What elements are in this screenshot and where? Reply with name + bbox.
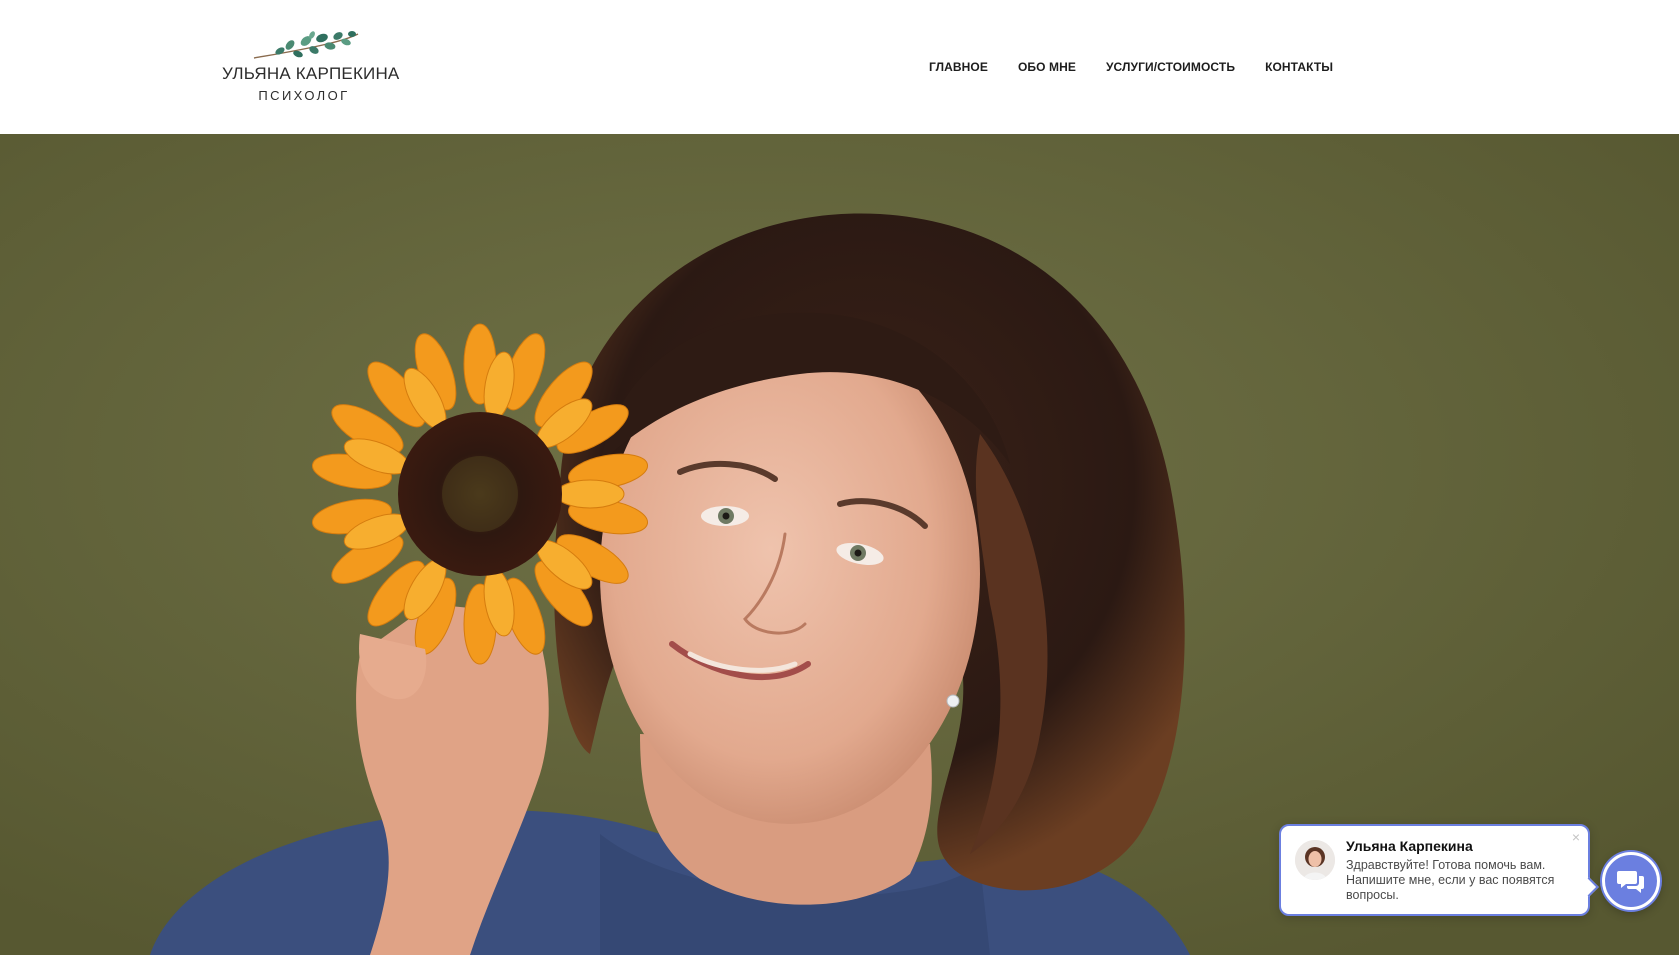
chat-bubbles-icon [1617, 871, 1644, 893]
nav-item-services[interactable]: УСЛУГИ/СТОИМОСТЬ [1106, 60, 1235, 74]
main-nav: ГЛАВНОЕ ОБО МНЕ УСЛУГИ/СТОИМОСТЬ КОНТАКТ… [929, 58, 1333, 76]
chat-launcher-button[interactable] [1602, 852, 1660, 910]
logo-role: ПСИХОЛОГ [258, 88, 350, 103]
site-header: УЛЬЯНА КАРПЕКИНА ПСИХОЛОГ ГЛАВНОЕ ОБО МН… [0, 0, 1679, 134]
close-icon[interactable]: × [1572, 829, 1580, 845]
logo-name: УЛЬЯНА КАРПЕКИНА [222, 64, 400, 83]
site-logo[interactable]: УЛЬЯНА КАРПЕКИНА ПСИХОЛОГ [222, 28, 400, 106]
nav-item-about[interactable]: ОБО МНЕ [1018, 60, 1076, 74]
chat-avatar [1295, 840, 1335, 880]
eucalyptus-branch-icon [253, 31, 359, 59]
chat-greeting-popup[interactable]: Ульяна Карпекина Здравствуйте! Готова по… [1279, 824, 1599, 916]
chat-sender-name: Ульяна Карпекина [1346, 838, 1473, 854]
chat-message-text: Здравствуйте! Готова помочь вам. Напишит… [1346, 858, 1555, 902]
nav-item-contacts[interactable]: КОНТАКТЫ [1265, 60, 1333, 74]
nav-item-home[interactable]: ГЛАВНОЕ [929, 60, 988, 74]
